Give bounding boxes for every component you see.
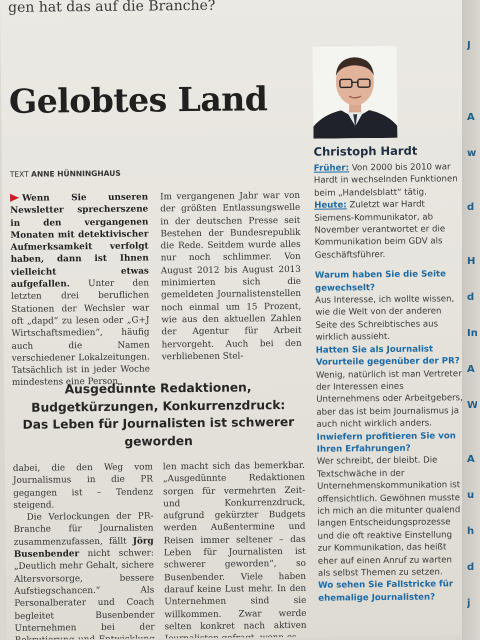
next-page-text-fragment: In: [467, 328, 477, 339]
qa-answer: Wenig, natürlich ist man Vertreter der I…: [315, 368, 463, 430]
qa-item: Wo sehen Sie Fallstricke für ehemalige J…: [318, 579, 466, 605]
magazine-page: gen hat das auf die Branche? Gelobtes La…: [0, 0, 477, 640]
heute-label: Heute:: [314, 200, 347, 211]
article-lead: Wenn Sie unseren Newsletter sprecherszen…: [10, 192, 149, 290]
next-page-text-fragment: d: [467, 292, 475, 303]
qa-question: Warum haben Sie die Seite gewechselt?: [314, 269, 447, 294]
next-page-text-fragment: A: [467, 454, 475, 465]
profile-name: Christoph Hardt: [313, 143, 418, 159]
article-column-4: len macht sich das bemerkbar. „Ausgedünn…: [163, 460, 307, 640]
profile-sidebar: Christoph Hardt Früher: Von 2000 bis 201…: [314, 143, 467, 605]
next-page-text-fragment: d: [467, 202, 475, 213]
portrait-illustration: [312, 45, 398, 139]
qa-answer: Aus Interesse, ich wollte wissen, wie di…: [315, 294, 455, 343]
article-column-2: Im vergangenen Jahr war von der größten …: [160, 190, 302, 364]
qa-question: Wo sehen Sie Fallstricke für ehemalige J…: [318, 579, 454, 604]
next-page-text-fragment: J: [467, 40, 471, 51]
next-page-text-fragment: u: [467, 490, 475, 501]
previous-article-question: gen hat das auf die Branche?: [7, 0, 216, 16]
qa-answer: Wer schreibt, der bleibt. Die Textschwäc…: [316, 455, 461, 579]
qa-item: Inwiefern profitieren Sie von Ihren Erfa…: [317, 430, 467, 580]
headline: Gelobtes Land: [8, 79, 268, 121]
qa-question: Hatten Sie als Journalist Vorurteile geg…: [315, 344, 460, 368]
qa-item: Hatten Sie als Journalist Vorurteile geg…: [316, 343, 465, 431]
article-text: len macht sich das bemerkbar. „Ausgedünn…: [162, 460, 307, 640]
article-text: Unter den letzten drei beruflichen Stati…: [11, 278, 150, 389]
byline-author: ANNE HÜNNINGHAUS: [31, 168, 121, 179]
next-page-edge: J Aw d Hd In A W Au h d j: [462, 0, 480, 640]
qa-item: Warum haben Sie die Seite gewechselt? Au…: [315, 268, 464, 344]
next-page-text-fragment: j: [467, 598, 471, 609]
next-page-text-fragment: w: [467, 148, 477, 159]
next-page-text-fragment: A: [467, 112, 475, 123]
byline-prefix: TEXT: [9, 169, 29, 179]
next-page-text-fragment: A: [467, 364, 475, 375]
article-column-1: Wenn Sie unseren Newsletter sprecherszen…: [10, 191, 150, 389]
qa-question: Inwiefern profitieren Sie von Ihren Erfa…: [316, 430, 456, 455]
next-page-text-fragment: W: [467, 400, 477, 411]
profile-summary: Früher: Von 2000 bis 2010 war Hardt in w…: [314, 161, 463, 262]
byline: TEXT ANNE HÜNNINGHAUS: [10, 169, 121, 179]
portrait-photo: [312, 45, 398, 139]
next-page-text-fragment: d: [467, 562, 475, 573]
red-arrow-icon: [10, 193, 20, 202]
article-text: nicht schwer: „Deutlich mehr Gehalt, sic…: [13, 548, 155, 640]
article-text: dabei, die den Weg vom Journalismus in d…: [12, 462, 154, 511]
article-text: Im vergangenen Jahr war von der größten …: [160, 190, 302, 363]
article-column-3: dabei, die den Weg vom Journalismus in d…: [13, 461, 155, 640]
next-page-text-fragment: h: [467, 526, 475, 537]
next-page-text-fragment: H: [467, 256, 476, 267]
pull-quote: Ausgedünnte Redaktionen, Budgetkürzungen…: [22, 380, 295, 449]
frueher-label: Früher:: [313, 163, 350, 174]
